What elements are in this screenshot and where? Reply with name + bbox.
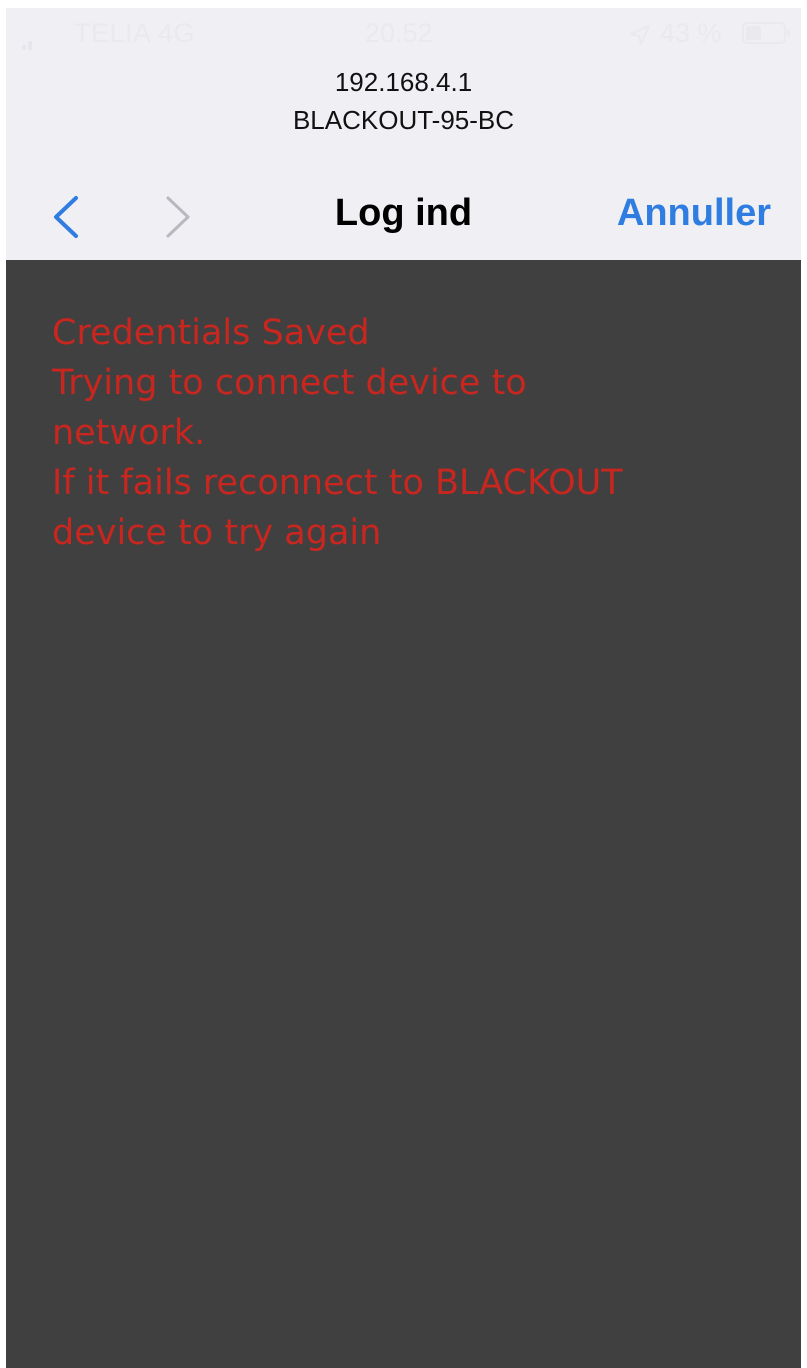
cancel-button[interactable]: Annuller xyxy=(617,192,771,235)
status-bar: TELIA 4G 20.52 43 % xyxy=(6,8,801,60)
status-message: Credentials Saved Trying to connect devi… xyxy=(52,308,772,558)
chevron-right-icon xyxy=(166,196,190,238)
message-line: If it fails reconnect to BLACKOUT xyxy=(52,463,623,503)
captive-portal-sheet: TELIA 4G 20.52 43 % 192.168.4.1 BLACKOUT… xyxy=(6,8,801,1368)
location-arrow-icon xyxy=(630,25,650,45)
web-content: Credentials Saved Trying to connect devi… xyxy=(6,260,801,1368)
message-line: Trying to connect device to xyxy=(52,363,527,403)
host-address: 192.168.4.1 xyxy=(334,67,473,97)
network-name: BLACKOUT-95-BC xyxy=(292,105,515,135)
carrier-label: TELIA 4G xyxy=(74,18,196,48)
battery-percent: 43 % xyxy=(660,18,722,48)
message-line: network. xyxy=(52,413,206,453)
navigation-bar: Log ind Annuller xyxy=(6,180,801,260)
battery-cap xyxy=(787,29,790,37)
battery-level xyxy=(746,26,761,40)
message-line: Credentials Saved xyxy=(52,313,370,353)
battery-icon xyxy=(742,22,786,44)
clock: 20.52 xyxy=(365,18,433,48)
chevron-left-icon[interactable] xyxy=(46,192,86,242)
signal-bars-icon xyxy=(22,36,44,50)
address-block: 192.168.4.1 BLACKOUT-95-BC xyxy=(6,63,801,139)
message-line: device to try again xyxy=(52,513,382,553)
